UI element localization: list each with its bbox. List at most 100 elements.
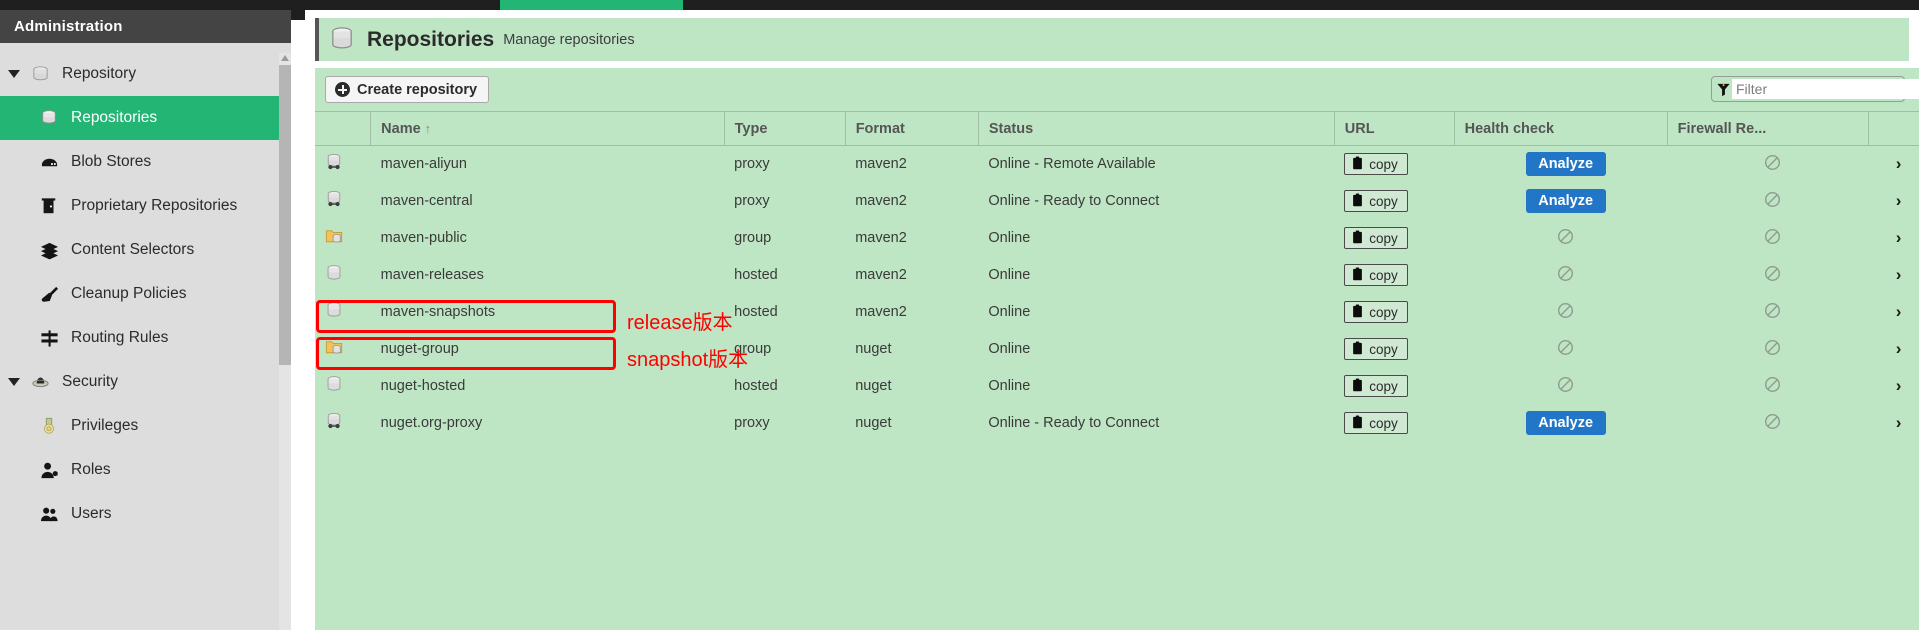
sidebar-item-privileges-label: Privileges bbox=[71, 417, 139, 434]
sidebar-item-cleanup-policies[interactable]: Cleanup Policies bbox=[0, 272, 291, 316]
sidebar-item-proprietary-repositories[interactable]: Proprietary Repositories bbox=[0, 184, 291, 228]
repo-firewall-report-cell bbox=[1667, 405, 1868, 442]
copy-url-button[interactable]: copy bbox=[1344, 190, 1408, 212]
repo-name-cell[interactable]: maven-releases bbox=[371, 257, 724, 294]
repo-name-cell[interactable]: maven-central bbox=[371, 183, 724, 220]
copy-url-button[interactable]: copy bbox=[1344, 338, 1408, 360]
repo-status-cell: Online bbox=[988, 230, 1031, 246]
repo-detail-cell[interactable]: › bbox=[1868, 257, 1919, 294]
sidebar-item-roles[interactable]: Roles bbox=[0, 448, 291, 492]
chevron-right-icon[interactable]: › bbox=[1896, 154, 1902, 173]
repo-firewall-report-cell bbox=[1667, 294, 1868, 331]
repo-format-cell: maven2 bbox=[855, 230, 907, 246]
sidebar-item-repositories[interactable]: Repositories bbox=[0, 96, 291, 140]
copy-url-label: copy bbox=[1369, 378, 1398, 394]
user-tag-icon bbox=[38, 460, 60, 480]
scroll-up-arrow-icon[interactable] bbox=[281, 55, 289, 61]
repo-name-cell[interactable]: nuget-group bbox=[371, 331, 724, 368]
copy-url-button[interactable]: copy bbox=[1344, 153, 1408, 176]
table-row[interactable]: maven-central proxy maven2 Online - Ready t… bbox=[315, 183, 1919, 220]
sidebar-item-routing-rules[interactable]: Routing Rules bbox=[0, 316, 291, 360]
chevron-down-icon[interactable] bbox=[8, 70, 20, 78]
blocked-icon bbox=[1764, 191, 1781, 212]
sidebar-group-repository[interactable]: Repository bbox=[0, 52, 291, 96]
chevron-right-icon[interactable]: › bbox=[1896, 265, 1902, 284]
repo-name-cell[interactable]: maven-public bbox=[371, 220, 724, 257]
filter-box[interactable] bbox=[1711, 76, 1919, 102]
repo-detail-cell[interactable]: › bbox=[1868, 146, 1919, 183]
blocked-icon bbox=[1764, 228, 1781, 249]
repo-type-cell: hosted bbox=[734, 267, 778, 283]
sidebar-scrollbar[interactable] bbox=[279, 53, 291, 630]
repo-status-cell: Online bbox=[988, 341, 1031, 357]
repo-name-cell[interactable]: maven-aliyun bbox=[371, 146, 724, 183]
repo-detail-cell[interactable]: › bbox=[1868, 220, 1919, 257]
col-header-firewall-report[interactable]: Firewall Re... bbox=[1667, 111, 1869, 146]
table-row[interactable]: maven-aliyun proxy maven2 Online - Remote A… bbox=[315, 146, 1919, 183]
repo-format-cell: nuget bbox=[855, 378, 892, 394]
sidebar-item-users[interactable]: Users bbox=[0, 492, 291, 536]
repo-detail-cell[interactable]: › bbox=[1868, 294, 1919, 331]
repo-format-cell: maven2 bbox=[855, 156, 907, 173]
chevron-down-icon[interactable] bbox=[8, 378, 20, 386]
repo-health-check-cell bbox=[1454, 257, 1667, 294]
chevron-right-icon[interactable]: › bbox=[1896, 191, 1902, 210]
repo-type-cell: hosted bbox=[734, 304, 778, 320]
repo-detail-cell[interactable]: › bbox=[1868, 331, 1919, 368]
repo-detail-cell[interactable]: › bbox=[1868, 183, 1919, 220]
page-title: Repositories bbox=[367, 27, 495, 51]
table-row[interactable]: nuget-group group nuget Online copy › bbox=[315, 331, 1919, 368]
broom-icon bbox=[38, 284, 60, 304]
col-header-format[interactable]: Format bbox=[845, 111, 979, 146]
repo-health-check-cell bbox=[1454, 331, 1667, 368]
create-repository-button[interactable]: Create repository bbox=[325, 76, 490, 103]
table-toolbar: Create repository bbox=[315, 68, 1919, 111]
repo-status-cell: Online bbox=[988, 304, 1031, 320]
table-row[interactable]: maven-releases hosted maven2 Online copy › bbox=[315, 257, 1919, 294]
repo-url-cell: copy bbox=[1334, 220, 1454, 257]
clipboard-icon bbox=[1351, 193, 1364, 210]
blocked-icon bbox=[1764, 413, 1781, 434]
analyze-button[interactable]: Analyze bbox=[1525, 152, 1606, 177]
chevron-right-icon[interactable]: › bbox=[1896, 376, 1902, 395]
analyze-button[interactable]: Analyze bbox=[1525, 189, 1606, 213]
chevron-right-icon[interactable]: › bbox=[1896, 339, 1902, 358]
col-header-url[interactable]: URL bbox=[1334, 111, 1455, 146]
blob-store-icon bbox=[38, 152, 60, 172]
sidebar-scrollbar-thumb[interactable] bbox=[279, 65, 291, 365]
repo-url-cell: copy bbox=[1334, 146, 1454, 183]
sort-ascending-icon: ↑ bbox=[424, 120, 432, 136]
copy-url-button[interactable]: copy bbox=[1344, 412, 1408, 434]
col-header-type[interactable]: Type bbox=[724, 111, 846, 146]
chevron-right-icon[interactable]: › bbox=[1896, 302, 1902, 321]
analyze-button[interactable]: Analyze bbox=[1525, 411, 1606, 435]
sidebar-item-repositories-label: Repositories bbox=[71, 109, 158, 126]
sidebar-group-security[interactable]: Security bbox=[0, 360, 291, 404]
table-row[interactable]: maven-public group maven2 Online copy › bbox=[315, 220, 1919, 257]
blocked-icon bbox=[1557, 228, 1574, 249]
copy-url-button[interactable]: copy bbox=[1344, 264, 1408, 286]
copy-url-button[interactable]: copy bbox=[1344, 375, 1408, 397]
sidebar-item-content-selectors[interactable]: Content Selectors bbox=[0, 228, 291, 272]
sidebar-item-privileges[interactable]: Privileges bbox=[0, 404, 291, 448]
repo-type-cell: group bbox=[734, 341, 772, 357]
blocked-icon bbox=[1557, 376, 1574, 397]
copy-url-button[interactable]: copy bbox=[1344, 301, 1408, 323]
sidebar-item-blob-stores[interactable]: Blob Stores bbox=[0, 140, 291, 184]
table-row[interactable]: nuget-hosted hosted nuget Online copy › bbox=[315, 368, 1919, 405]
repo-detail-cell[interactable]: › bbox=[1868, 405, 1919, 442]
repo-detail-cell[interactable]: › bbox=[1868, 368, 1919, 405]
col-header-status[interactable]: Status bbox=[978, 111, 1335, 146]
repo-firewall-report-cell bbox=[1667, 183, 1868, 220]
col-header-name[interactable]: Name ↑ bbox=[370, 111, 725, 146]
table-row[interactable]: nuget.org-proxy proxy nuget Online - Ready … bbox=[315, 405, 1919, 442]
table-row[interactable]: maven-snapshots hosted maven2 Online copy › bbox=[315, 294, 1919, 331]
copy-url-button[interactable]: copy bbox=[1344, 227, 1408, 249]
col-header-health-check[interactable]: Health check bbox=[1454, 111, 1668, 146]
filter-input[interactable] bbox=[1732, 79, 1919, 99]
repo-name-cell[interactable]: nuget.org-proxy bbox=[371, 405, 724, 442]
chevron-right-icon[interactable]: › bbox=[1896, 228, 1902, 247]
repo-name-cell[interactable]: nuget-hosted bbox=[371, 368, 724, 405]
repo-name-cell[interactable]: maven-snapshots bbox=[371, 294, 724, 331]
chevron-right-icon[interactable]: › bbox=[1896, 413, 1902, 432]
